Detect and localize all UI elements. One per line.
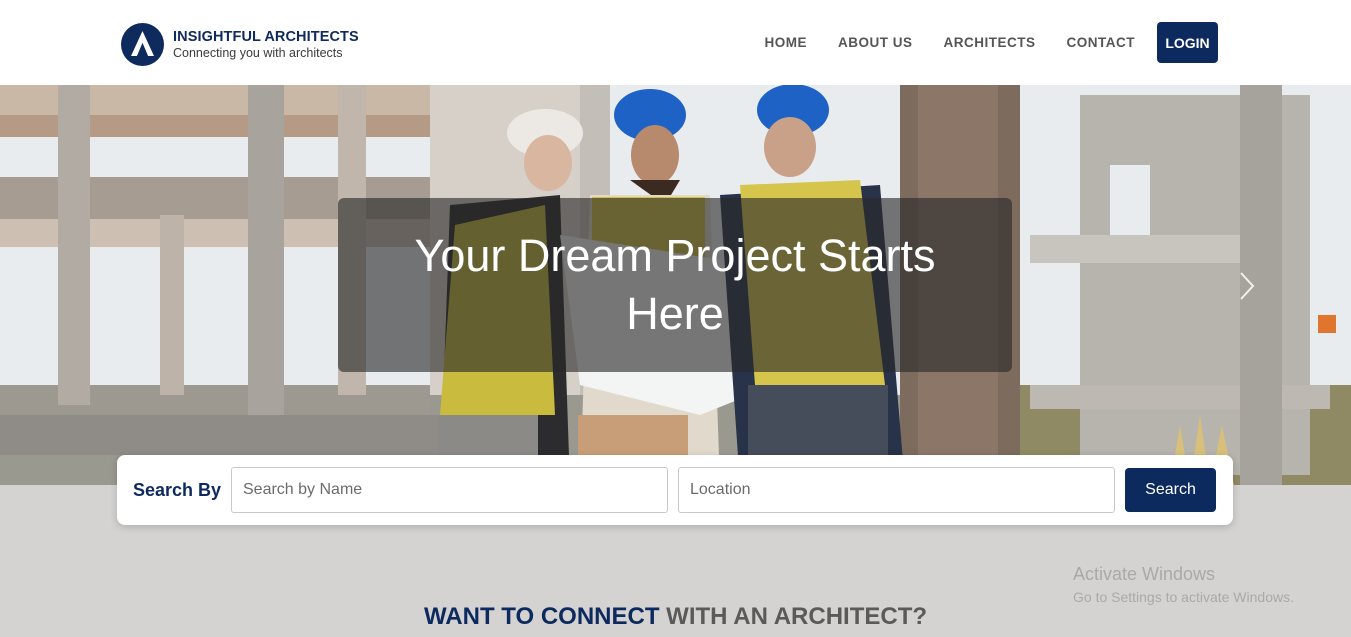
windows-activation-watermark: Activate Windows Go to Settings to activ… [1073, 564, 1294, 605]
nav-home[interactable]: HOME [765, 35, 808, 50]
section-heading-rest: WITH AN ARCHITECT? [659, 603, 928, 630]
login-button[interactable]: LOGIN [1157, 22, 1218, 63]
search-panel: Search By Search [117, 455, 1233, 525]
hero-carousel: Your Dream Project Starts Here [0, 85, 1351, 485]
nav-contact[interactable]: CONTACT [1067, 35, 1136, 50]
section-heading-strong: WANT TO CONNECT [423, 603, 660, 630]
search-button[interactable]: Search [1125, 468, 1216, 512]
location-input[interactable] [678, 467, 1115, 513]
nav-architects[interactable]: ARCHITECTS [944, 35, 1036, 50]
brand-logo[interactable]: INSIGHTFUL ARCHITECTS Connecting you wit… [121, 23, 359, 66]
name-search-input[interactable] [231, 467, 668, 513]
brand-tagline: Connecting you with architects [173, 46, 343, 60]
logo-a-icon [121, 23, 164, 66]
brand-name: INSIGHTFUL ARCHITECTS [173, 28, 359, 45]
carousel-next-icon[interactable] [1236, 271, 1258, 301]
section-heading: WANT TO CONNECT WITH AN ARCHITECT? [0, 603, 1351, 631]
activate-title: Activate Windows [1073, 564, 1216, 584]
main-nav: HOME ABOUT US ARCHITECTS CONTACT LOGIN [765, 22, 1218, 63]
search-by-label: Search By [133, 480, 222, 500]
site-header: INSIGHTFUL ARCHITECTS Connecting you wit… [0, 0, 1351, 85]
hero-caption: Your Dream Project Starts Here [338, 198, 1012, 372]
activate-subtitle: Go to Settings to activate Windows. [1073, 589, 1294, 605]
hero-headline: Your Dream Project Starts Here [414, 230, 936, 339]
nav-about-us[interactable]: ABOUT US [838, 35, 913, 50]
